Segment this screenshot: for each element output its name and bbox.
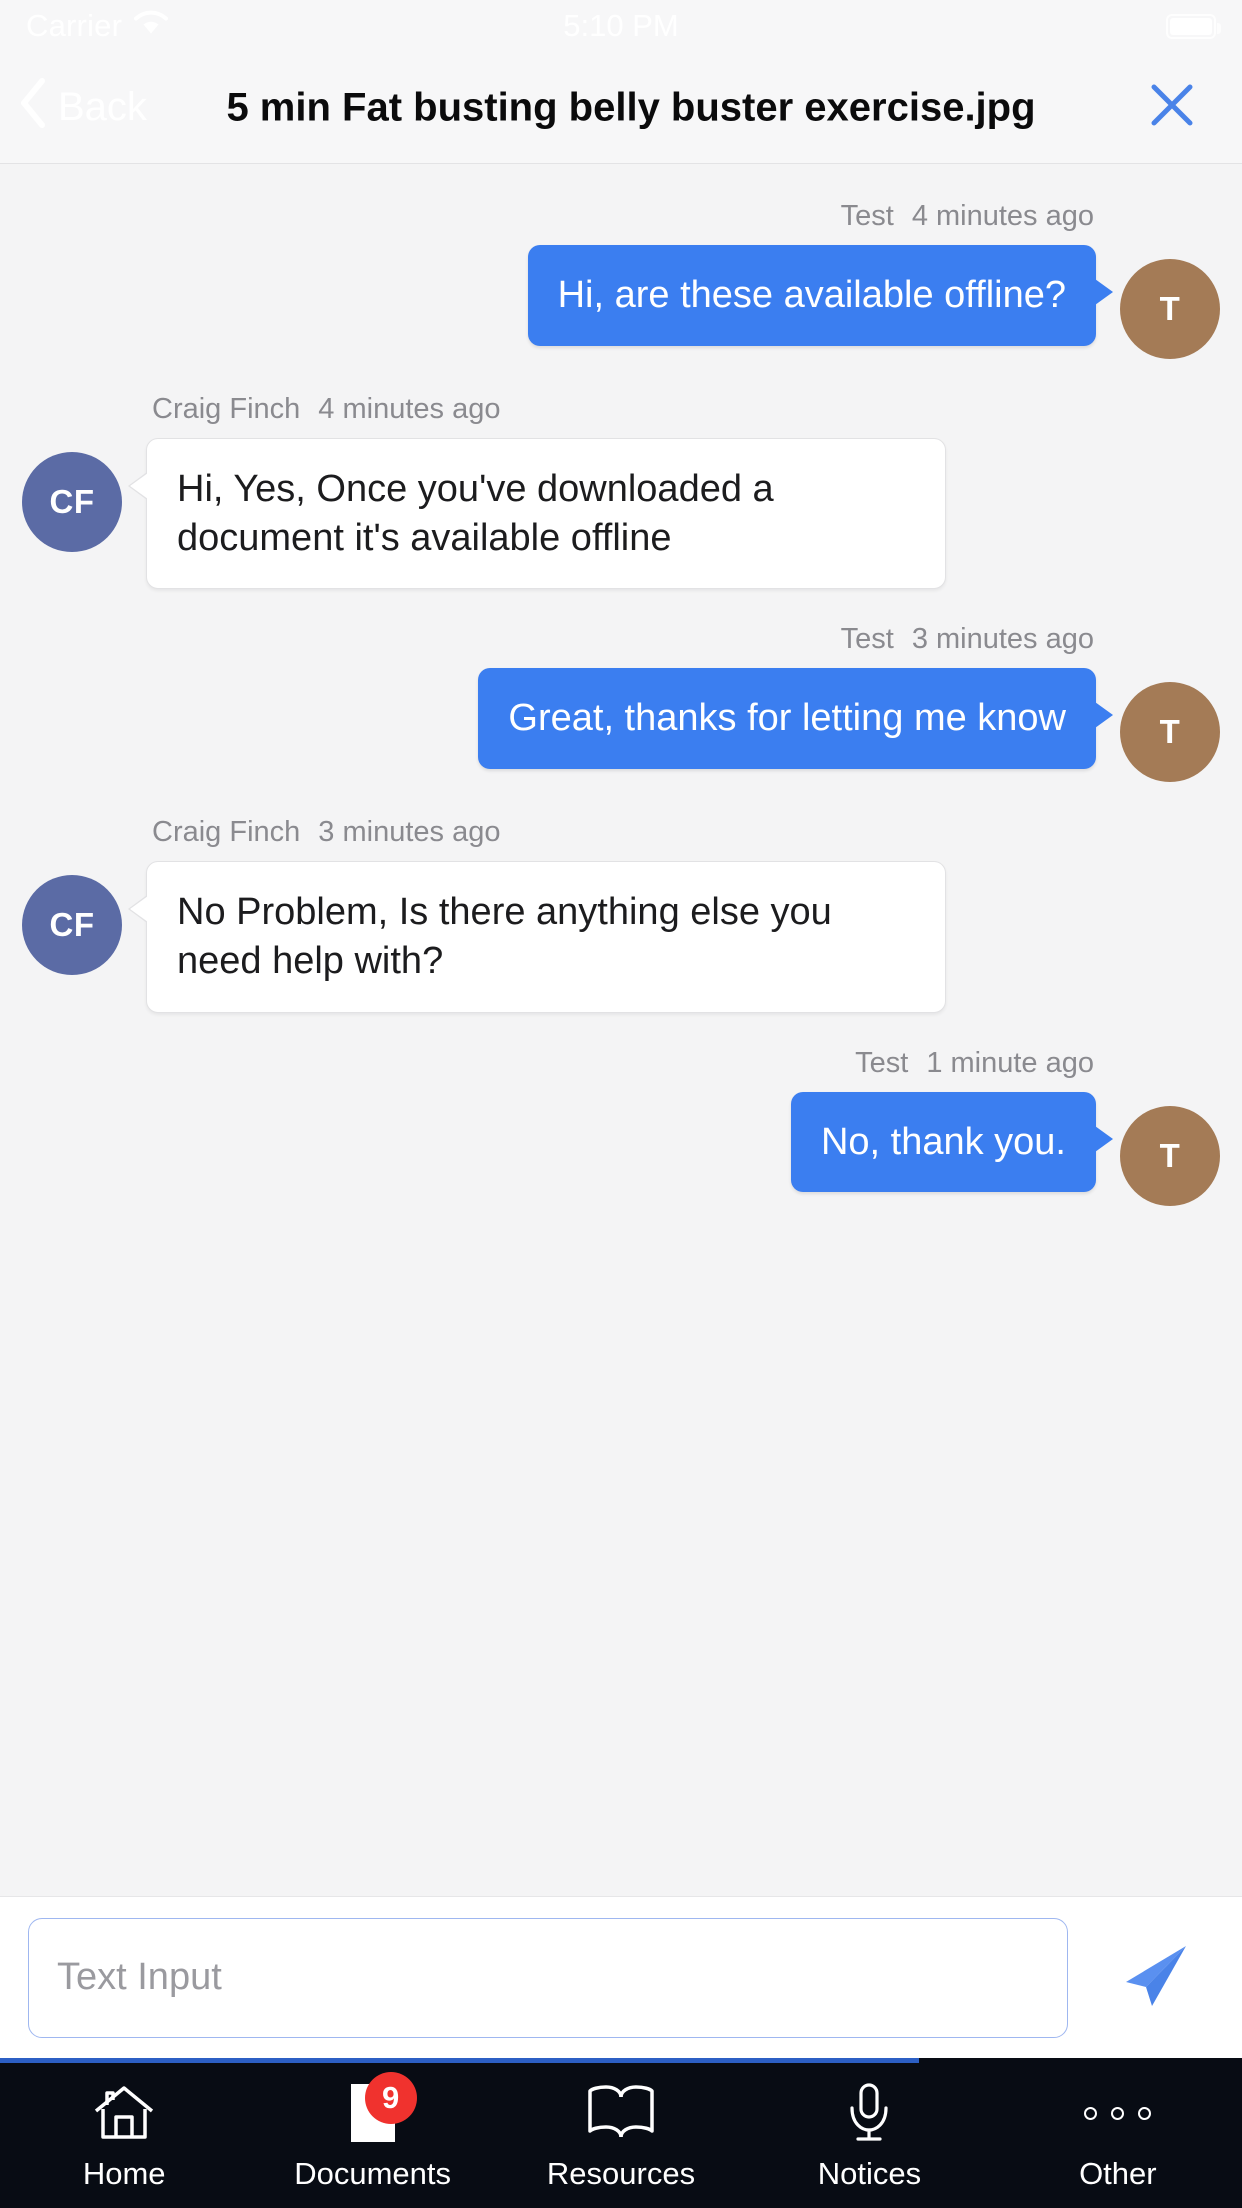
wifi-icon bbox=[134, 9, 169, 43]
message-row: CF No Problem, Is there anything else you… bbox=[22, 861, 946, 1013]
status-bar: Carrier 5:10 PM bbox=[0, 0, 1242, 52]
tab-home[interactable]: Home bbox=[0, 2058, 248, 2208]
send-button[interactable] bbox=[1098, 1923, 1208, 2033]
message-row: Hi, are these available offline? T bbox=[527, 245, 1220, 359]
message-sender: Test bbox=[840, 200, 894, 232]
message-in: Craig Finch 3 minutes ago CF No Problem, Is… bbox=[0, 816, 1242, 1013]
message-timestamp: 4 minutes ago bbox=[318, 393, 501, 425]
message-bubble[interactable]: No Problem, Is there anything else you n… bbox=[128, 861, 946, 1013]
message-input[interactable]: Text Input bbox=[28, 1917, 1068, 2038]
message-out: Test 4 minutes ago Hi, are these available… bbox=[0, 200, 1242, 359]
message-row: CF Hi, Yes, Once you've downloaded a docu… bbox=[22, 438, 946, 590]
message-sender: Test bbox=[855, 1046, 909, 1079]
send-paper-plane-icon bbox=[1110, 1932, 1196, 2023]
microphone-icon bbox=[831, 2082, 907, 2144]
avatar[interactable]: CF bbox=[22, 452, 122, 552]
avatar[interactable]: T bbox=[1120, 259, 1220, 359]
close-icon bbox=[1146, 79, 1198, 136]
composer-bar: Text Input bbox=[0, 1896, 1242, 2058]
message-out: Test 3 minutes ago Great, thanks for letti… bbox=[0, 623, 1242, 783]
message-timestamp: 1 minute ago bbox=[926, 1046, 1094, 1079]
message-meta: Craig Finch 3 minutes ago bbox=[152, 816, 500, 849]
tab-documents-label: Documents bbox=[294, 2156, 451, 2191]
tab-resources-label: Resources bbox=[546, 2156, 696, 2191]
nav-bar: Back 5 min Fat busting belly buster exer… bbox=[0, 52, 1242, 164]
avatar[interactable]: T bbox=[1120, 682, 1220, 783]
message-bubble[interactable]: Hi, are these available offline? bbox=[527, 245, 1114, 346]
status-bar-left: Carrier bbox=[26, 8, 169, 44]
carrier-label: Carrier bbox=[26, 8, 123, 43]
ellipsis-icon bbox=[1080, 2082, 1156, 2144]
back-button-label: Back bbox=[58, 85, 147, 129]
message-sender: Craig Finch bbox=[152, 816, 301, 849]
chevron-left-icon bbox=[18, 77, 48, 139]
tab-notices[interactable]: Notices bbox=[745, 2058, 993, 2208]
tab-other-label: Other bbox=[1079, 2156, 1157, 2191]
battery-full-icon bbox=[1166, 13, 1221, 39]
message-timestamp: 3 minutes ago bbox=[318, 816, 501, 849]
tab-documents[interactable]: 9 Documents bbox=[248, 2058, 496, 2208]
tab-home-label: Home bbox=[82, 2156, 166, 2191]
close-button[interactable] bbox=[1140, 76, 1204, 140]
back-button[interactable]: Back bbox=[18, 77, 147, 139]
message-sender: Craig Finch bbox=[152, 393, 301, 425]
message-meta: Craig Finch 4 minutes ago bbox=[152, 393, 500, 426]
bottom-tab-bar: Home 9 Documents Resources Notices Other bbox=[0, 2058, 1242, 2208]
documents-badge: 9 bbox=[364, 2072, 417, 2124]
message-bubble[interactable]: Hi, Yes, Once you've downloaded a docume… bbox=[128, 438, 946, 590]
message-timestamp: 4 minutes ago bbox=[911, 200, 1094, 232]
home-icon bbox=[86, 2082, 162, 2144]
message-meta: Test 4 minutes ago bbox=[841, 200, 1094, 233]
message-row: Great, thanks for letting me know T bbox=[478, 668, 1220, 783]
tab-notices-label: Notices bbox=[817, 2156, 922, 2191]
message-timestamp: 3 minutes ago bbox=[911, 623, 1094, 656]
message-sender: Test bbox=[840, 623, 894, 656]
message-row: No, thank you. T bbox=[790, 1091, 1220, 1206]
avatar[interactable]: T bbox=[1120, 1105, 1220, 1206]
page-title: 5 min Fat busting belly buster exercise.… bbox=[226, 84, 1036, 129]
document-icon: 9 bbox=[335, 2072, 417, 2144]
app-root: Carrier 5:10 PM Back 5 min Fat busting b… bbox=[0, 0, 1242, 2208]
message-thread[interactable]: Test 4 minutes ago Hi, are these available… bbox=[0, 164, 1242, 1896]
message-meta: Test 1 minute ago bbox=[855, 1047, 1094, 1080]
message-meta: Test 3 minutes ago bbox=[841, 623, 1094, 656]
message-bubble[interactable]: Great, thanks for letting me know bbox=[478, 668, 1113, 769]
message-input-placeholder: Text Input bbox=[57, 1956, 222, 1998]
tab-resources[interactable]: Resources bbox=[497, 2058, 745, 2208]
status-bar-time: 5:10 PM bbox=[563, 8, 679, 43]
avatar[interactable]: CF bbox=[22, 875, 122, 976]
tab-other[interactable]: Other bbox=[994, 2058, 1242, 2208]
message-bubble[interactable]: No, thank you. bbox=[790, 1091, 1114, 1193]
book-icon bbox=[583, 2082, 659, 2144]
message-out: Test 1 minute ago No, thank you. T bbox=[0, 1047, 1242, 1206]
status-bar-right bbox=[1166, 13, 1221, 39]
message-in: Craig Finch 4 minutes ago CF Hi, Yes, Once … bbox=[0, 393, 1242, 590]
